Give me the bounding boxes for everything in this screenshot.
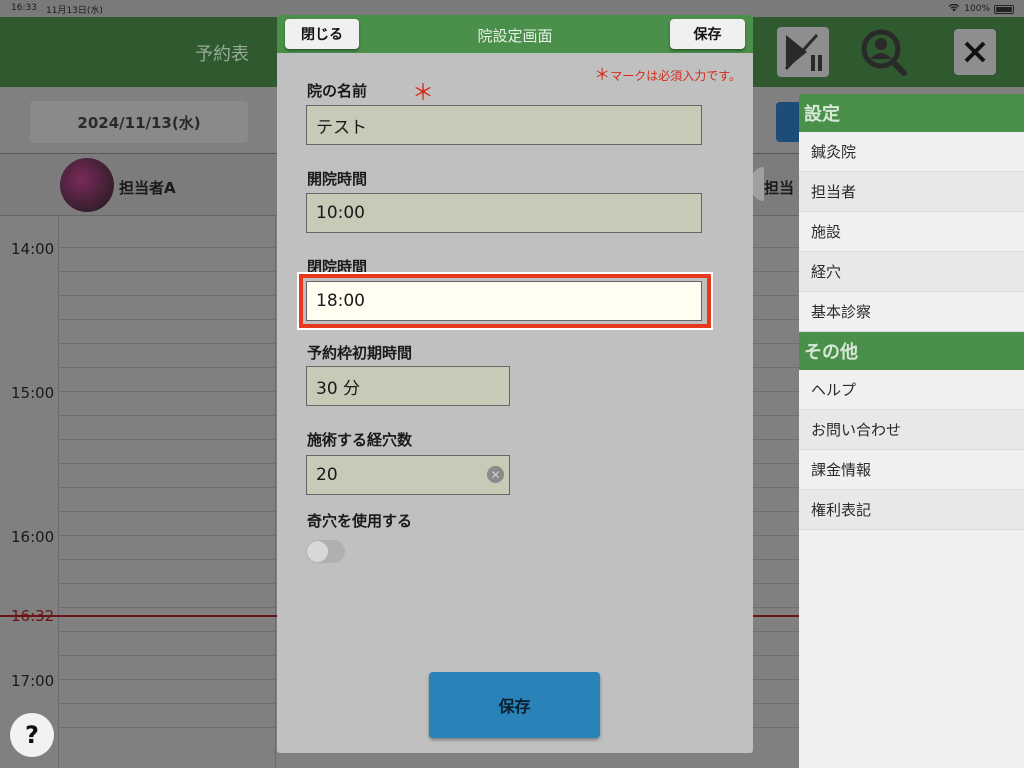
user-search-icon: [861, 29, 907, 76]
clear-icon[interactable]: ✕: [487, 466, 504, 483]
required-star-icon: ＊: [594, 65, 611, 84]
play-pause-icon: [784, 33, 822, 71]
odd-points-toggle[interactable]: [306, 540, 345, 563]
save-button[interactable]: 保存: [670, 19, 745, 49]
open-time-field[interactable]: 10:00: [306, 193, 702, 233]
slot-time-field[interactable]: 30 分: [306, 366, 510, 406]
clinic-name-label: 院の名前: [307, 82, 368, 100]
staff-name: 担当: [764, 179, 795, 197]
app-title: 予約表: [195, 44, 249, 65]
toggle-knob: [307, 541, 328, 562]
bottom-save-button[interactable]: 保存: [429, 672, 600, 738]
play-pause-button[interactable]: [777, 27, 829, 77]
grid-line: [275, 216, 276, 768]
app-close-button[interactable]: [954, 29, 996, 75]
time-label: 14:00: [11, 240, 55, 258]
menu-item-help[interactable]: ヘルプ: [799, 370, 1024, 410]
time-label: 17:00: [11, 672, 55, 690]
odd-points-label: 奇穴を使用する: [307, 512, 413, 530]
modal-header: 院設定画面 閉じる 保存: [277, 15, 753, 53]
required-star-icon: ＊: [412, 81, 435, 106]
menu-item-billing[interactable]: 課金情報: [799, 450, 1024, 490]
status-time: 16:33: [11, 3, 37, 13]
search-toggle-button[interactable]: [776, 102, 800, 142]
menu-section-header: その他: [799, 332, 1024, 370]
close-button[interactable]: 閉じる: [285, 19, 359, 49]
close-icon: [964, 41, 986, 63]
avatar: [60, 158, 114, 212]
avatar: [752, 167, 764, 201]
slot-time-label: 予約枠初期時間: [307, 344, 413, 362]
current-time-label: 16:32: [11, 607, 55, 625]
status-date: 11月13日(水): [46, 6, 103, 16]
time-label: 15:00: [11, 384, 55, 402]
help-button[interactable]: ?: [10, 713, 54, 757]
acupoint-count-label: 施術する経穴数: [307, 431, 413, 449]
menu-item-contact[interactable]: お問い合わせ: [799, 410, 1024, 450]
acupoint-count-field[interactable]: 20: [306, 455, 510, 495]
menu-item-facility[interactable]: 施設: [799, 212, 1024, 252]
clinic-settings-modal: 院設定画面 閉じる 保存 ＊マークは必須入力です。 院の名前 ＊ テスト 開院時…: [277, 15, 753, 753]
user-search-button[interactable]: [857, 27, 909, 77]
grid-line: [58, 216, 59, 768]
battery-icon: [994, 4, 1014, 14]
menu-item-clinic[interactable]: 鍼灸院: [799, 132, 1024, 172]
required-note: ＊マークは必須入力です。: [594, 61, 741, 85]
menu-item-licenses[interactable]: 権利表記: [799, 490, 1024, 530]
status-right: 100%: [948, 3, 1014, 15]
time-label: 16:00: [11, 528, 55, 546]
open-time-label: 開院時間: [307, 170, 368, 188]
menu-section-header: 設定: [799, 94, 1024, 132]
clinic-name-field[interactable]: テスト: [306, 105, 702, 145]
required-note-text: マークは必須入力です。: [610, 69, 741, 83]
menu-item-staff[interactable]: 担当者: [799, 172, 1024, 212]
staff-name: 担当者A: [119, 179, 176, 197]
menu-item-acupoint[interactable]: 経穴: [799, 252, 1024, 292]
date-button[interactable]: 2024/11/13(水): [30, 101, 248, 143]
wifi-icon: [948, 3, 960, 15]
close-time-field[interactable]: 18:00: [306, 281, 702, 321]
menu-item-basic-exam[interactable]: 基本診察: [799, 292, 1024, 332]
battery-percent: 100%: [964, 4, 990, 14]
settings-menu: 設定 鍼灸院 担当者 施設 経穴 基本診察 その他 ヘルプ お問い合わせ 課金情…: [799, 94, 1024, 768]
